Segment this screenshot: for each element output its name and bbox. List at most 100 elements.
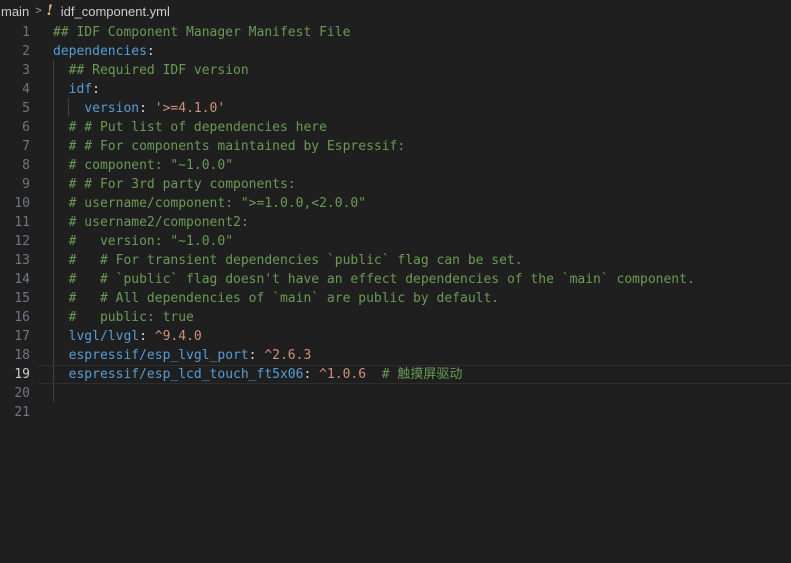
- line-number: 4: [22, 82, 30, 97]
- value-token: ^1.0.6: [319, 367, 367, 382]
- line-number: 6: [22, 120, 30, 135]
- comment-token: # # Put list of dependencies here: [68, 120, 327, 135]
- punctuation-token: :: [139, 329, 155, 344]
- code-line[interactable]: 4 idf:: [0, 80, 791, 99]
- line-number: 11: [14, 215, 30, 230]
- line-number: 15: [14, 291, 30, 306]
- comment-token: # # All dependencies of `main` are publi…: [68, 291, 500, 306]
- code-text: # version: "~1.0.0": [53, 232, 233, 251]
- code-line[interactable]: 7 # # For components maintained by Espre…: [0, 137, 791, 156]
- key-token: idf: [68, 82, 93, 97]
- line-number: 19: [14, 367, 30, 382]
- code-text: ## IDF Component Manager Manifest File: [53, 23, 350, 42]
- code-line[interactable]: 11 # username2/component2:: [0, 213, 791, 232]
- line-number: 12: [14, 234, 30, 249]
- punctuation-token: :: [303, 367, 320, 382]
- code-line[interactable]: 16 # public: true: [0, 308, 791, 327]
- code-text: # username/component: ">=1.0.0,<2.0.0": [53, 194, 366, 213]
- comment-token: # username/component: ">=1.0.0,<2.0.0": [68, 196, 367, 211]
- comment-token: # # For transient dependencies `public` …: [68, 253, 523, 268]
- code-line[interactable]: 5 version: '>=4.1.0': [0, 99, 791, 118]
- punctuation-token: :: [92, 82, 100, 97]
- comment-token: # 触摸屏驱动: [381, 367, 463, 382]
- comment-token: ## IDF Component Manager Manifest File: [53, 25, 351, 40]
- breadcrumb-folder[interactable]: main: [1, 4, 29, 19]
- code-text: idf:: [53, 80, 100, 99]
- comment-token: # version: "~1.0.0": [68, 234, 234, 249]
- code-line[interactable]: 3 ## Required IDF version: [0, 61, 791, 80]
- key-token: dependencies: [53, 44, 147, 59]
- code-line[interactable]: 2 dependencies:: [0, 42, 791, 61]
- key-token: espressif/esp_lvgl_port: [68, 348, 249, 363]
- line-number: 8: [22, 158, 30, 173]
- punctuation-token: :: [248, 348, 265, 363]
- code-line[interactable]: 18 espressif/esp_lvgl_port: ^2.6.3: [0, 346, 791, 365]
- code-line[interactable]: 21: [0, 403, 791, 422]
- code-line[interactable]: 9 # # For 3rd party components:: [0, 175, 791, 194]
- code-line[interactable]: 19 espressif/esp_lcd_touch_ft5x06: ^1.0.…: [0, 365, 791, 384]
- value-token: ^9.4.0: [154, 329, 202, 344]
- code-line[interactable]: 1 ## IDF Component Manager Manifest File: [0, 23, 791, 42]
- comment-token: # public: true: [68, 310, 194, 325]
- code-line[interactable]: 8 # component: "~1.0.0": [0, 156, 791, 175]
- code-text: version: '>=4.1.0': [53, 99, 225, 118]
- code-line[interactable]: 6 # # Put list of dependencies here: [0, 118, 791, 137]
- code-text: # # Put list of dependencies here: [53, 118, 327, 137]
- value-token: ^2.6.3: [264, 348, 312, 363]
- comment-token: # # For components maintained by Espress…: [68, 139, 406, 154]
- line-number: 13: [14, 253, 30, 268]
- line-number: 20: [14, 386, 30, 401]
- code-text: # # `public` flag doesn't have an effect…: [53, 270, 695, 289]
- code-text: # public: true: [53, 308, 194, 327]
- code-line[interactable]: 10 # username/component: ">=1.0.0,<2.0.0…: [0, 194, 791, 213]
- code-line[interactable]: 20: [0, 384, 791, 403]
- code-editor[interactable]: 1 ## IDF Component Manager Manifest File 2…: [0, 22, 791, 563]
- punctuation-token: :: [139, 101, 155, 116]
- code-text: ## Required IDF version: [53, 61, 249, 80]
- key-token: version: [84, 101, 140, 116]
- line-number: 3: [22, 63, 30, 78]
- line-number: 18: [14, 348, 30, 363]
- line-number: 2: [22, 44, 30, 59]
- code-text: espressif/esp_lvgl_port: ^2.6.3: [53, 346, 312, 365]
- code-line[interactable]: 14 # # `public` flag doesn't have an eff…: [0, 270, 791, 289]
- code-text: lvgl/lvgl: ^9.4.0: [53, 327, 202, 346]
- comment-token: # # `public` flag doesn't have an effect…: [68, 272, 695, 287]
- code-line[interactable]: 13 # # For transient dependencies `publi…: [0, 251, 791, 270]
- comment-token: # component: "~1.0.0": [68, 158, 234, 173]
- code-text: # component: "~1.0.0": [53, 156, 233, 175]
- code-text: # username2/component2:: [53, 213, 249, 232]
- comment-token: ## Required IDF version: [68, 63, 249, 78]
- line-number: 5: [22, 101, 30, 116]
- code-text: dependencies:: [53, 42, 155, 61]
- line-number: 9: [22, 177, 30, 192]
- line-number: 21: [14, 405, 30, 420]
- code-text: # # For transient dependencies `public` …: [53, 251, 523, 270]
- line-number: 17: [14, 329, 30, 344]
- code-line[interactable]: 15 # # All dependencies of `main` are pu…: [0, 289, 791, 308]
- code-text: # # All dependencies of `main` are publi…: [53, 289, 499, 308]
- line-number: 1: [22, 25, 30, 40]
- punctuation-token: :: [146, 44, 155, 59]
- yaml-file-icon: !: [46, 3, 53, 19]
- code-line[interactable]: 17 lvgl/lvgl: ^9.4.0: [0, 327, 791, 346]
- breadcrumb-file[interactable]: idf_component.yml: [61, 4, 170, 19]
- breadcrumb: main > ! idf_component.yml: [0, 0, 791, 22]
- code-line[interactable]: 12 # version: "~1.0.0": [0, 232, 791, 251]
- breadcrumb-separator: >: [35, 5, 42, 17]
